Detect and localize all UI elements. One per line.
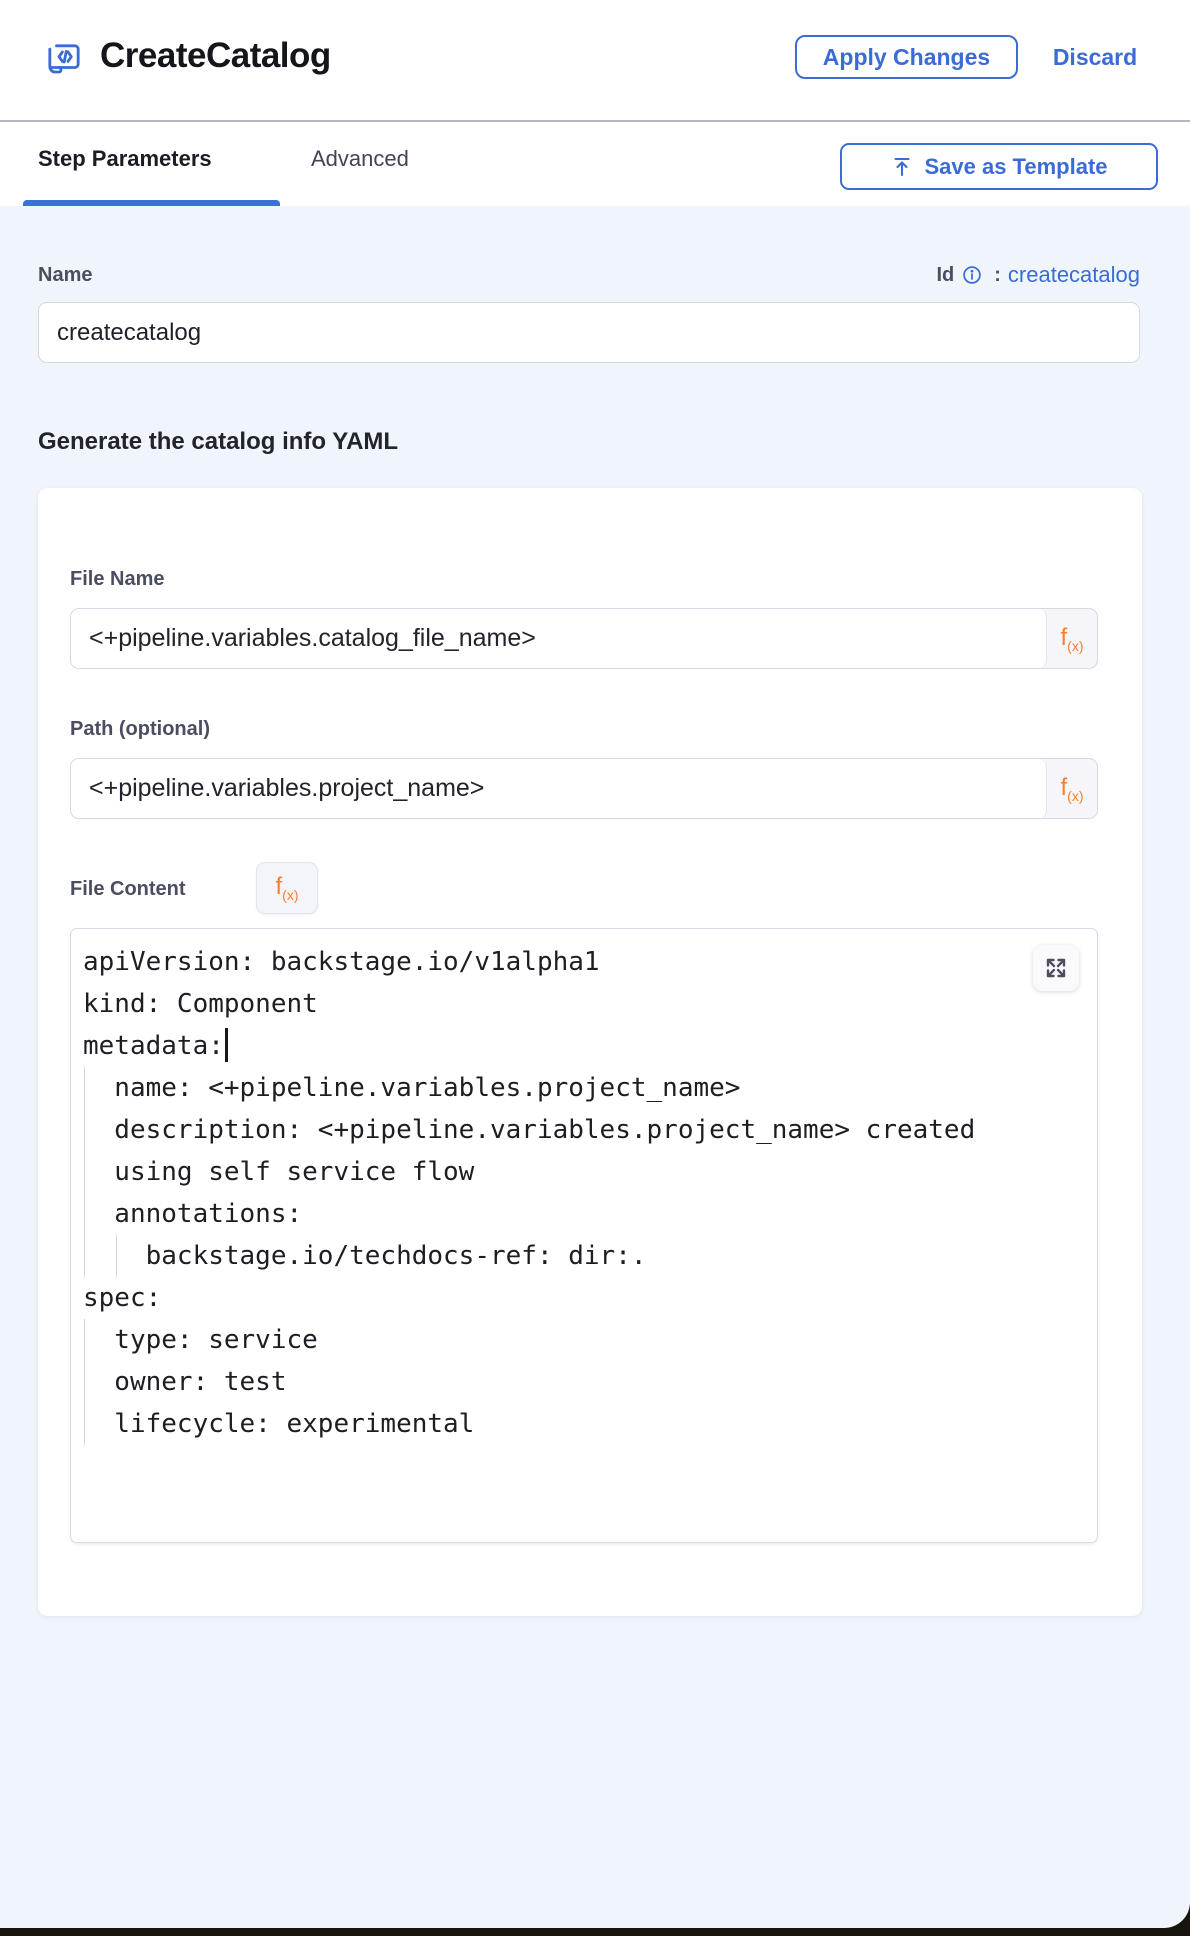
id-label: Id [936,264,954,287]
file-content-expression-toggle[interactable]: f(x) [256,862,318,914]
id-group: Id : createcatalog [936,262,1140,288]
file-name-expression-toggle[interactable]: f(x) [1047,609,1097,668]
panel-header: CreateCatalog Apply Changes Discard [0,0,1190,122]
file-name-input-group: f(x) [70,608,1098,669]
code-line: using self service flow [83,1151,1089,1193]
discard-button[interactable]: Discard [1048,44,1142,71]
tab-advanced[interactable]: Advanced [311,146,409,172]
apply-changes-button[interactable]: Apply Changes [795,35,1018,79]
file-name-input[interactable] [71,609,1047,668]
code-line: kind: Component [83,983,1089,1025]
path-input-group: f(x) [70,758,1098,819]
file-content-label: File Content [70,878,186,901]
run-script-step-icon [44,40,84,80]
save-as-template-button[interactable]: Save as Template [840,143,1158,190]
expand-editor-button[interactable] [1033,945,1079,991]
code-line: annotations: [83,1193,1089,1235]
code-line: description: <+pipeline.variables.projec… [83,1109,1089,1151]
upload-icon [890,155,914,179]
code-line: owner: test [83,1361,1089,1403]
path-label: Path (optional) [70,718,210,741]
section-heading: Generate the catalog info YAML [38,428,398,456]
indent-guide [116,1235,117,1277]
file-name-label: File Name [70,568,164,591]
code-line: name: <+pipeline.variables.project_name> [83,1067,1089,1109]
active-tab-indicator [23,200,280,206]
code-line: lifecycle: experimental [83,1403,1089,1445]
path-expression-toggle[interactable]: f(x) [1047,759,1097,818]
path-input[interactable] [71,759,1047,818]
fullscreen-expand-icon [1044,956,1068,980]
id-colon: : [994,264,1001,287]
page-title: CreateCatalog [100,36,331,76]
code-line: metadata: [83,1025,1089,1067]
name-input[interactable] [38,302,1140,363]
code-line: type: service [83,1319,1089,1361]
tab-bar: Step Parameters Advanced Save as Templat… [0,122,1190,206]
step-parameters-card: File Name f(x) Path (optional) f(x) File… [38,488,1142,1616]
code-line: spec: [83,1277,1089,1319]
info-icon[interactable] [961,264,983,286]
code-line: backstage.io/techdocs-ref: dir:. [83,1235,1089,1277]
id-value[interactable]: createcatalog [1008,262,1140,288]
name-row: Name Id : createcatalog [38,258,1140,292]
indent-guide [84,1319,85,1445]
fx-icon: f(x) [1061,624,1084,654]
file-content-editor[interactable]: apiVersion: backstage.io/v1alpha1kind: C… [70,928,1098,1543]
code-line: apiVersion: backstage.io/v1alpha1 [83,941,1089,983]
code-lines: apiVersion: backstage.io/v1alpha1kind: C… [83,941,1089,1445]
step-config-panel: CreateCatalog Apply Changes Discard Step… [0,0,1190,1928]
text-cursor [225,1028,228,1062]
save-as-template-label: Save as Template [924,154,1107,180]
name-label: Name [38,264,92,287]
tab-step-parameters[interactable]: Step Parameters [38,146,212,172]
indent-guide [84,1067,85,1277]
fx-icon: f(x) [276,873,299,903]
fx-icon: f(x) [1061,774,1084,804]
